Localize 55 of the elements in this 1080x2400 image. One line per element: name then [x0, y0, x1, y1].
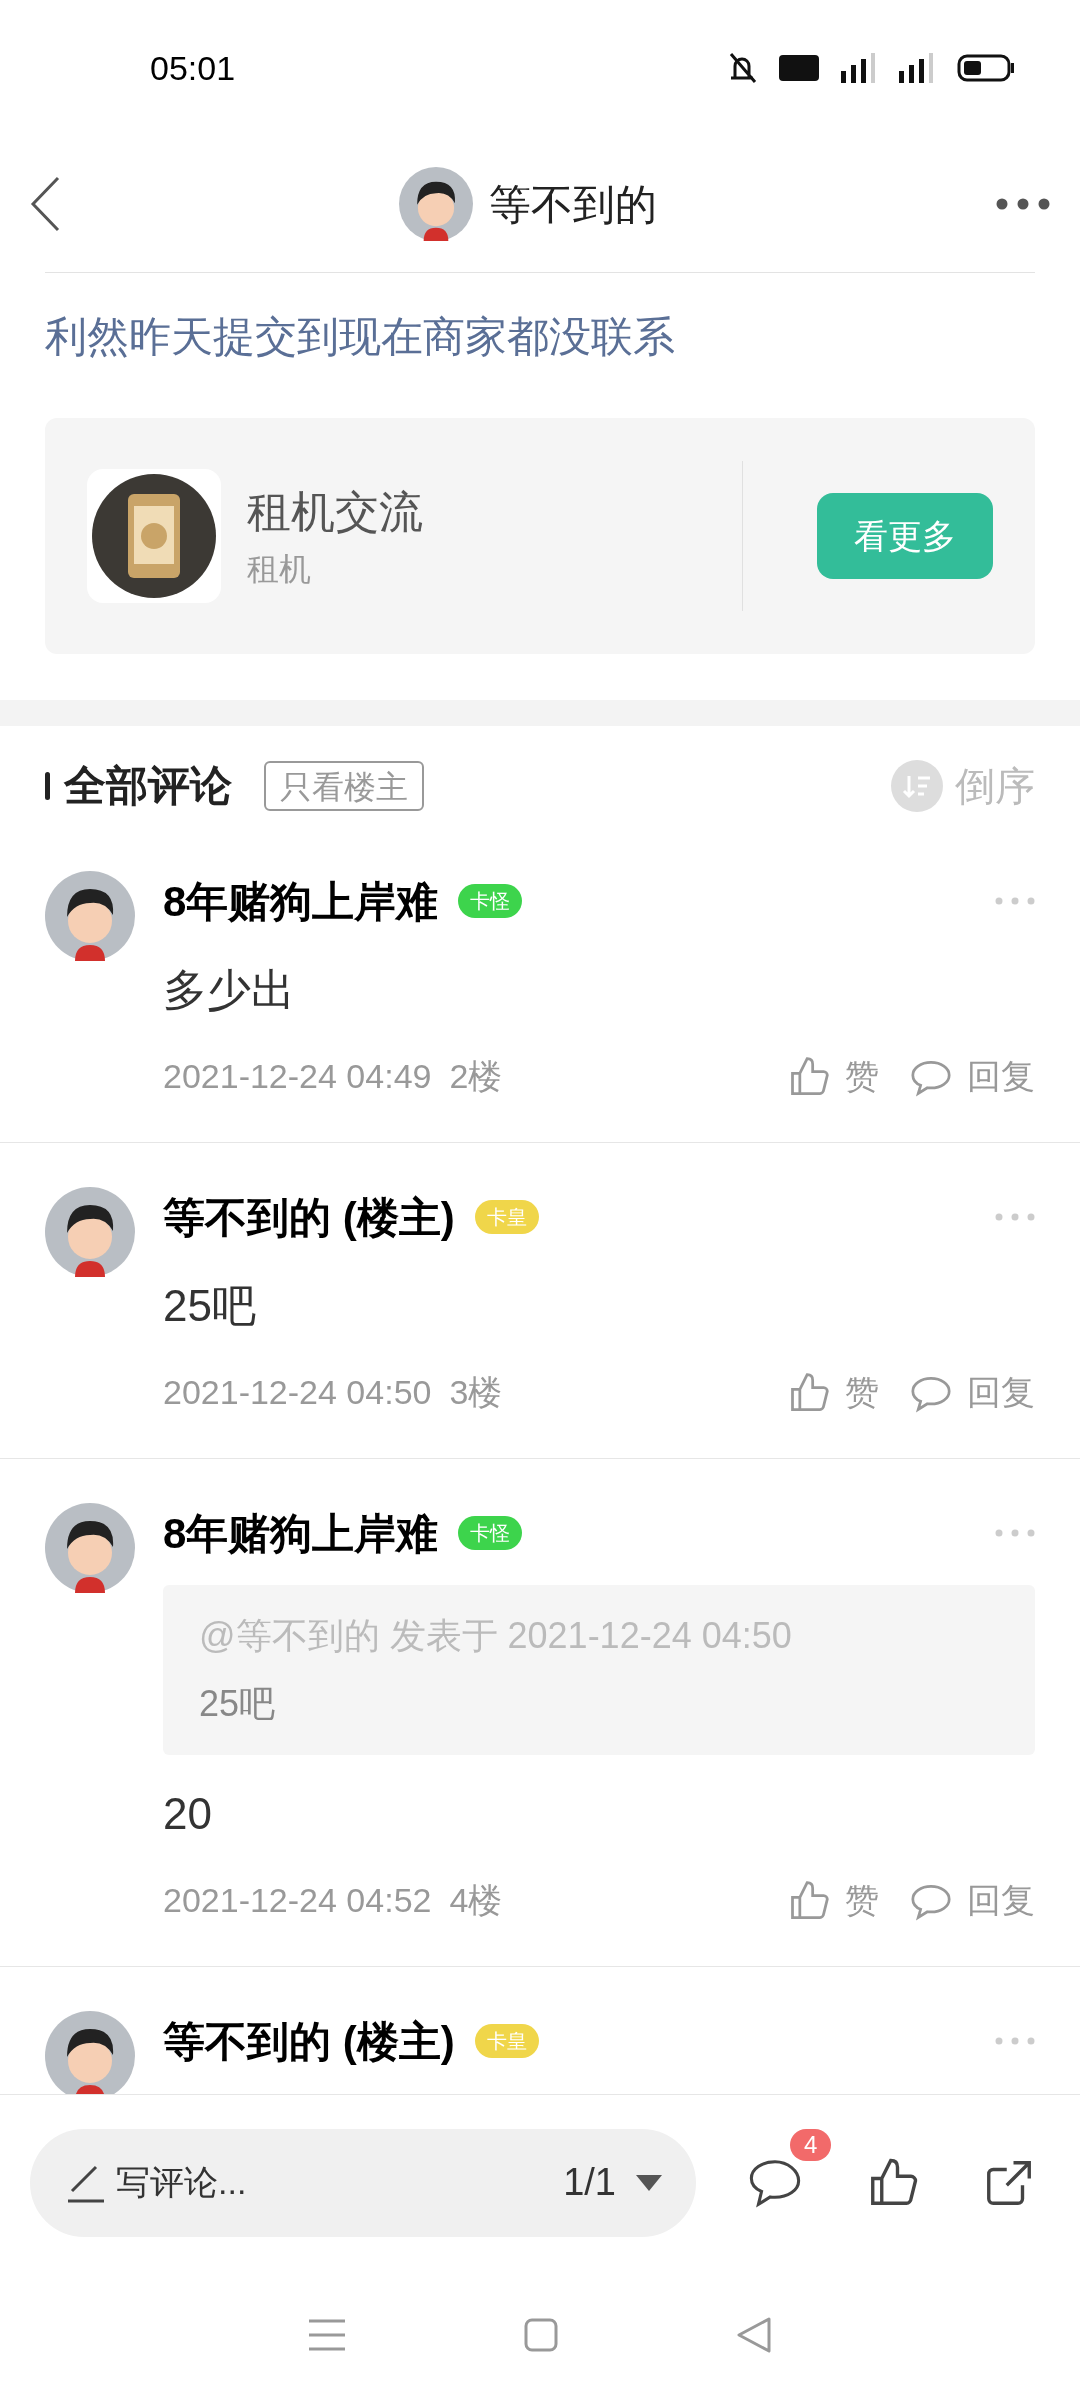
signal-icon — [841, 53, 877, 83]
quote-meta: @等不到的 发表于 2021-12-24 04:50 — [199, 1614, 793, 1658]
username[interactable]: 等不到的 (楼主) — [163, 1185, 455, 1249]
quote-text: 25吧 — [199, 1682, 277, 1726]
section-title: 全部评论 — [64, 761, 232, 811]
more-icon[interactable] — [996, 198, 1050, 210]
username[interactable]: 8年赌狗上岸难 — [163, 869, 439, 933]
battery-icon — [957, 54, 1015, 82]
comment-time: 2021-12-24 04:52 — [163, 1880, 432, 1921]
avatar[interactable] — [45, 1187, 135, 1277]
reply-button[interactable]: 回复 — [909, 1051, 1035, 1102]
signal-icon — [899, 53, 935, 83]
back-icon[interactable] — [30, 176, 60, 232]
avatar[interactable] — [399, 167, 473, 241]
comment-input[interactable]: 写评论... 1/1 — [30, 2128, 696, 2237]
avatar[interactable] — [45, 1503, 135, 1593]
avatar[interactable] — [45, 871, 135, 961]
comment-text: 多少出 — [163, 964, 296, 1016]
level-badge: 卡怪 — [458, 1516, 523, 1550]
muted-bell-icon — [729, 52, 757, 84]
see-more-button[interactable]: 看更多 — [817, 493, 993, 579]
sort-label[interactable]: 倒序 — [955, 755, 1035, 816]
reply-button[interactable]: 回复 — [909, 1875, 1035, 1926]
like-button[interactable]: 赞 — [787, 1875, 879, 1926]
like-button[interactable]: 赞 — [787, 1367, 879, 1418]
dropdown-caret-icon[interactable] — [636, 2174, 662, 2191]
level-badge: 卡怪 — [458, 884, 523, 918]
accent-bar — [45, 771, 50, 800]
username[interactable]: 8年赌狗上岸难 — [163, 1501, 439, 1565]
forum-card[interactable]: 租机交流 租机 看更多 — [45, 418, 1035, 654]
menu-icon[interactable] — [309, 2317, 346, 2353]
reply-button[interactable]: 回复 — [909, 1367, 1035, 1418]
comment-text: 20 — [163, 1788, 213, 1840]
count-badge: 4 — [790, 2128, 832, 2161]
page-indicator[interactable]: 1/1 — [563, 2154, 616, 2211]
like-button[interactable]: 赞 — [787, 1051, 879, 1102]
comment-text: 25吧 — [163, 1280, 257, 1332]
level-badge: 卡皇 — [474, 2024, 539, 2058]
avatar[interactable] — [45, 2011, 135, 2094]
comment-placeholder: 写评论... — [116, 2162, 247, 2203]
forum-subtitle: 租机 — [247, 550, 312, 589]
floor-number: 2楼 — [449, 1056, 503, 1097]
comment-time: 2021-12-24 04:50 — [163, 1372, 432, 1413]
forum-icon — [92, 474, 216, 598]
floor-number: 4楼 — [449, 1880, 503, 1921]
username[interactable]: 等不到的 (楼主) — [163, 2009, 455, 2073]
floor-number: 3楼 — [449, 1372, 503, 1413]
home-icon[interactable] — [524, 2318, 558, 2352]
header-title: 等不到的 — [489, 179, 657, 230]
op-only-toggle[interactable]: 只看楼主 — [264, 760, 424, 811]
forum-name: 租机交流 — [247, 486, 423, 538]
level-badge: 卡皇 — [474, 1200, 539, 1234]
comment-time: 2021-12-24 04:49 — [163, 1056, 432, 1097]
post-title: 利然昨天提交到现在商家都没联系 — [45, 313, 675, 360]
status-time: 05:01 — [150, 47, 236, 89]
